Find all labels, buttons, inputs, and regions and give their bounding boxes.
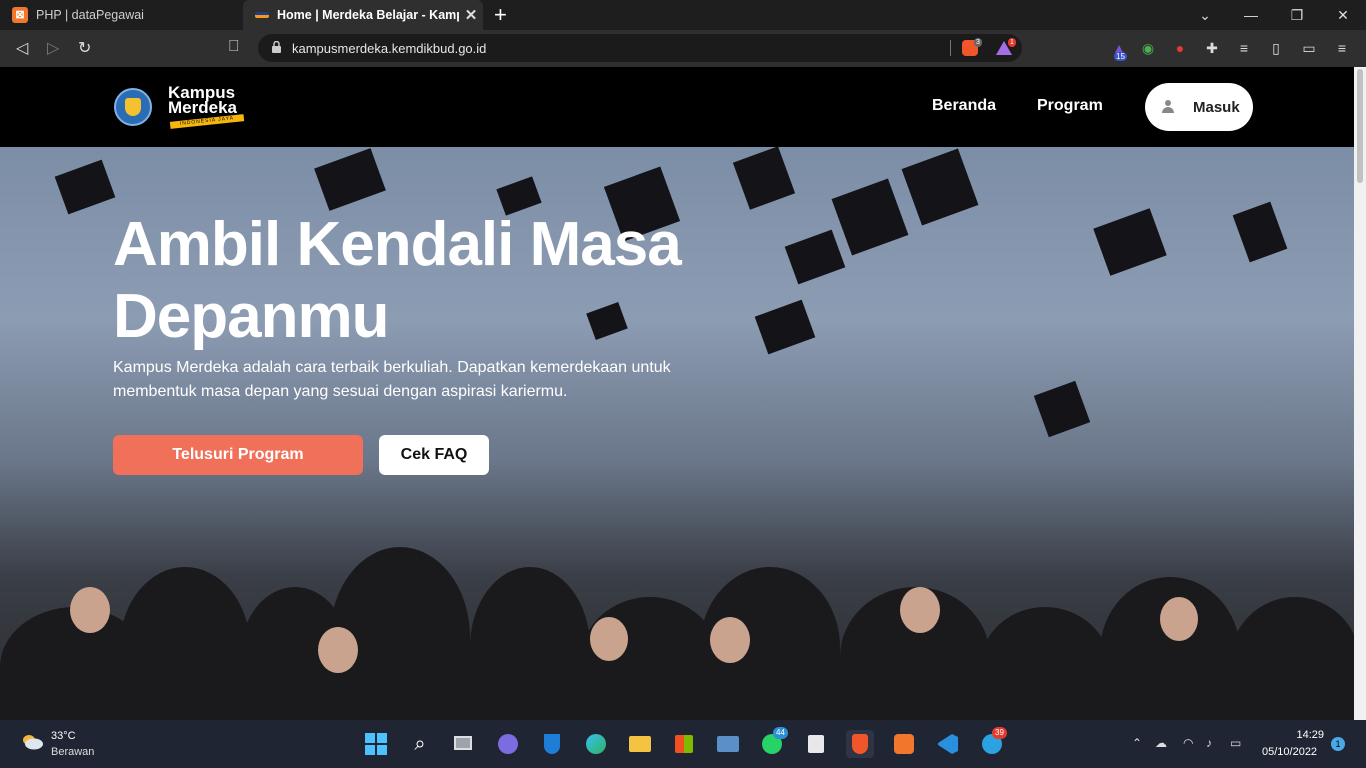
- graduation-cap-decoration: [784, 229, 846, 285]
- omnibox-divider: [950, 40, 951, 56]
- close-window-button[interactable]: ✕: [1320, 0, 1366, 30]
- sidebar-icon[interactable]: ▯: [1267, 39, 1285, 57]
- notification-count-badge[interactable]: 1: [1331, 737, 1345, 751]
- hero-title: Ambil Kendali Masa Depanmu: [113, 210, 682, 351]
- snipping-tool-icon[interactable]: [802, 730, 830, 758]
- logo-line-2: Merdeka: [168, 98, 237, 117]
- graduate-face: [318, 627, 358, 673]
- search-icon[interactable]: ⌕: [406, 730, 434, 758]
- teams-chat-icon[interactable]: [494, 730, 522, 758]
- kampus-merdeka-favicon-icon: [255, 12, 269, 18]
- back-button[interactable]: ◁: [16, 38, 28, 58]
- brave-browser-taskbar-icon[interactable]: [846, 730, 874, 758]
- tab-php-datapegawai[interactable]: ⊠ PHP | dataPegawai: [0, 0, 240, 30]
- kampus-merdeka-logo[interactable]: Kampus Merdeka: [168, 84, 237, 117]
- windows-security-icon[interactable]: [538, 730, 566, 758]
- graduation-cap-decoration: [732, 147, 796, 210]
- start-button[interactable]: [362, 730, 390, 758]
- graduation-cap-decoration: [1093, 208, 1167, 276]
- telegram-unread-badge: 39: [992, 727, 1007, 739]
- restore-window-button[interactable]: ❐: [1274, 0, 1320, 30]
- hero-section: Ambil Kendali Masa Depanmu Kampus Merdek…: [0, 147, 1354, 720]
- close-tab-icon[interactable]: ✕: [459, 6, 483, 24]
- reload-button[interactable]: ↻: [78, 38, 91, 58]
- new-tab-button[interactable]: +: [494, 3, 507, 27]
- kemdikbud-emblem-icon[interactable]: [114, 88, 152, 126]
- faq-button[interactable]: Cek FAQ: [379, 435, 489, 475]
- user-icon: [1161, 100, 1175, 114]
- wifi-icon[interactable]: ◠: [1183, 736, 1193, 750]
- graduation-cap-decoration: [54, 159, 116, 215]
- edge-browser-icon[interactable]: [582, 730, 610, 758]
- forward-button[interactable]: ▷: [47, 38, 59, 58]
- show-hidden-icons-chevron-icon[interactable]: ⌃: [1132, 736, 1142, 750]
- vscode-icon[interactable]: [934, 730, 962, 758]
- bookmark-icon[interactable]: ⎕: [229, 38, 239, 56]
- windows-taskbar: 33°C Berawan ⌕ 44 39 ⌃ ☁ ◠ ♪ ▭ 14:29 05/…: [0, 720, 1366, 768]
- wallet-icon[interactable]: ▭: [1300, 39, 1318, 57]
- extension-globe-icon[interactable]: ◉: [1139, 39, 1157, 57]
- weather-temperature: 33°C: [51, 730, 76, 742]
- cloudy-weather-icon[interactable]: [20, 734, 44, 750]
- extension-hand-icon[interactable]: ●: [1171, 39, 1189, 57]
- browser-tab-strip: ⊠ PHP | dataPegawai Home | Merdeka Belaj…: [0, 0, 1366, 30]
- weather-condition: Berawan: [51, 746, 95, 758]
- media-queue-icon[interactable]: ≡: [1235, 39, 1253, 57]
- site-header: Kampus Merdeka INDONESIA JAYA Beranda Pr…: [0, 67, 1354, 147]
- clock-time[interactable]: 14:29: [1290, 729, 1324, 741]
- graduate-silhouette: [120, 567, 250, 720]
- url-text: kampusmerdeka.kemdikbud.go.id: [292, 41, 487, 56]
- tab-title: PHP | dataPegawai: [36, 8, 144, 22]
- graduate-face: [590, 617, 628, 661]
- graduate-face: [70, 587, 110, 633]
- menu-icon[interactable]: ≡: [1333, 39, 1351, 57]
- graduate-face: [710, 617, 750, 663]
- graduation-cap-decoration: [901, 148, 979, 226]
- graduation-cap-decoration: [1232, 201, 1288, 263]
- hero-description: Kampus Merdeka adalah cara terbaik berku…: [113, 359, 671, 400]
- photos-app-icon[interactable]: [714, 730, 742, 758]
- graduation-cap-decoration: [1033, 380, 1091, 438]
- lock-icon: [272, 41, 281, 53]
- graduate-face: [1160, 597, 1198, 641]
- microsoft-store-icon[interactable]: [670, 730, 698, 758]
- login-button[interactable]: Masuk: [1145, 83, 1253, 131]
- shield-count-badge: 3: [974, 38, 982, 47]
- tab-title: Home | Merdeka Belajar - Kampus: [277, 8, 459, 22]
- rewards-count-badge: 1: [1008, 38, 1016, 47]
- graduate-silhouette: [1230, 597, 1354, 720]
- graduate-face: [900, 587, 940, 633]
- graduate-silhouette: [470, 567, 590, 720]
- web-page: Kampus Merdeka INDONESIA JAYA Beranda Pr…: [0, 67, 1354, 720]
- tab-kampus-merdeka[interactable]: Home | Merdeka Belajar - Kampus ✕: [243, 0, 483, 30]
- extension-count-badge: 15: [1114, 52, 1127, 61]
- scrollbar-thumb[interactable]: [1357, 69, 1363, 183]
- address-bar[interactable]: kampusmerdeka.kemdikbud.go.id 3 1: [258, 34, 1022, 62]
- onedrive-cloud-icon[interactable]: ☁: [1155, 736, 1167, 750]
- login-label: Masuk: [1193, 98, 1240, 116]
- page-scrollbar[interactable]: [1354, 67, 1366, 720]
- browser-toolbar: ◁ ▷ ↻ ⎕ kampusmerdeka.kemdikbud.go.id 3 …: [0, 30, 1366, 67]
- graduate-silhouette: [980, 607, 1110, 720]
- graduation-cap-decoration: [831, 178, 909, 256]
- file-explorer-icon[interactable]: [626, 730, 654, 758]
- xampp-favicon-icon: ⊠: [12, 7, 28, 23]
- extensions-puzzle-icon[interactable]: ✚: [1203, 39, 1221, 57]
- nav-program[interactable]: Program: [1037, 97, 1103, 115]
- explore-program-button[interactable]: Telusuri Program: [113, 435, 363, 475]
- xampp-taskbar-icon[interactable]: [890, 730, 918, 758]
- minimize-window-button[interactable]: —: [1228, 0, 1274, 30]
- graduation-cap-decoration: [754, 299, 816, 355]
- clock-date[interactable]: 05/10/2022: [1262, 746, 1317, 758]
- battery-icon[interactable]: ▭: [1230, 736, 1241, 750]
- nav-beranda[interactable]: Beranda: [932, 97, 996, 115]
- graduation-cap-decoration: [314, 148, 386, 211]
- task-view-icon[interactable]: [450, 730, 478, 758]
- tab-search-chevron-icon[interactable]: ⌄: [1182, 0, 1228, 30]
- whatsapp-unread-badge: 44: [773, 727, 788, 739]
- volume-icon[interactable]: ♪: [1206, 736, 1212, 750]
